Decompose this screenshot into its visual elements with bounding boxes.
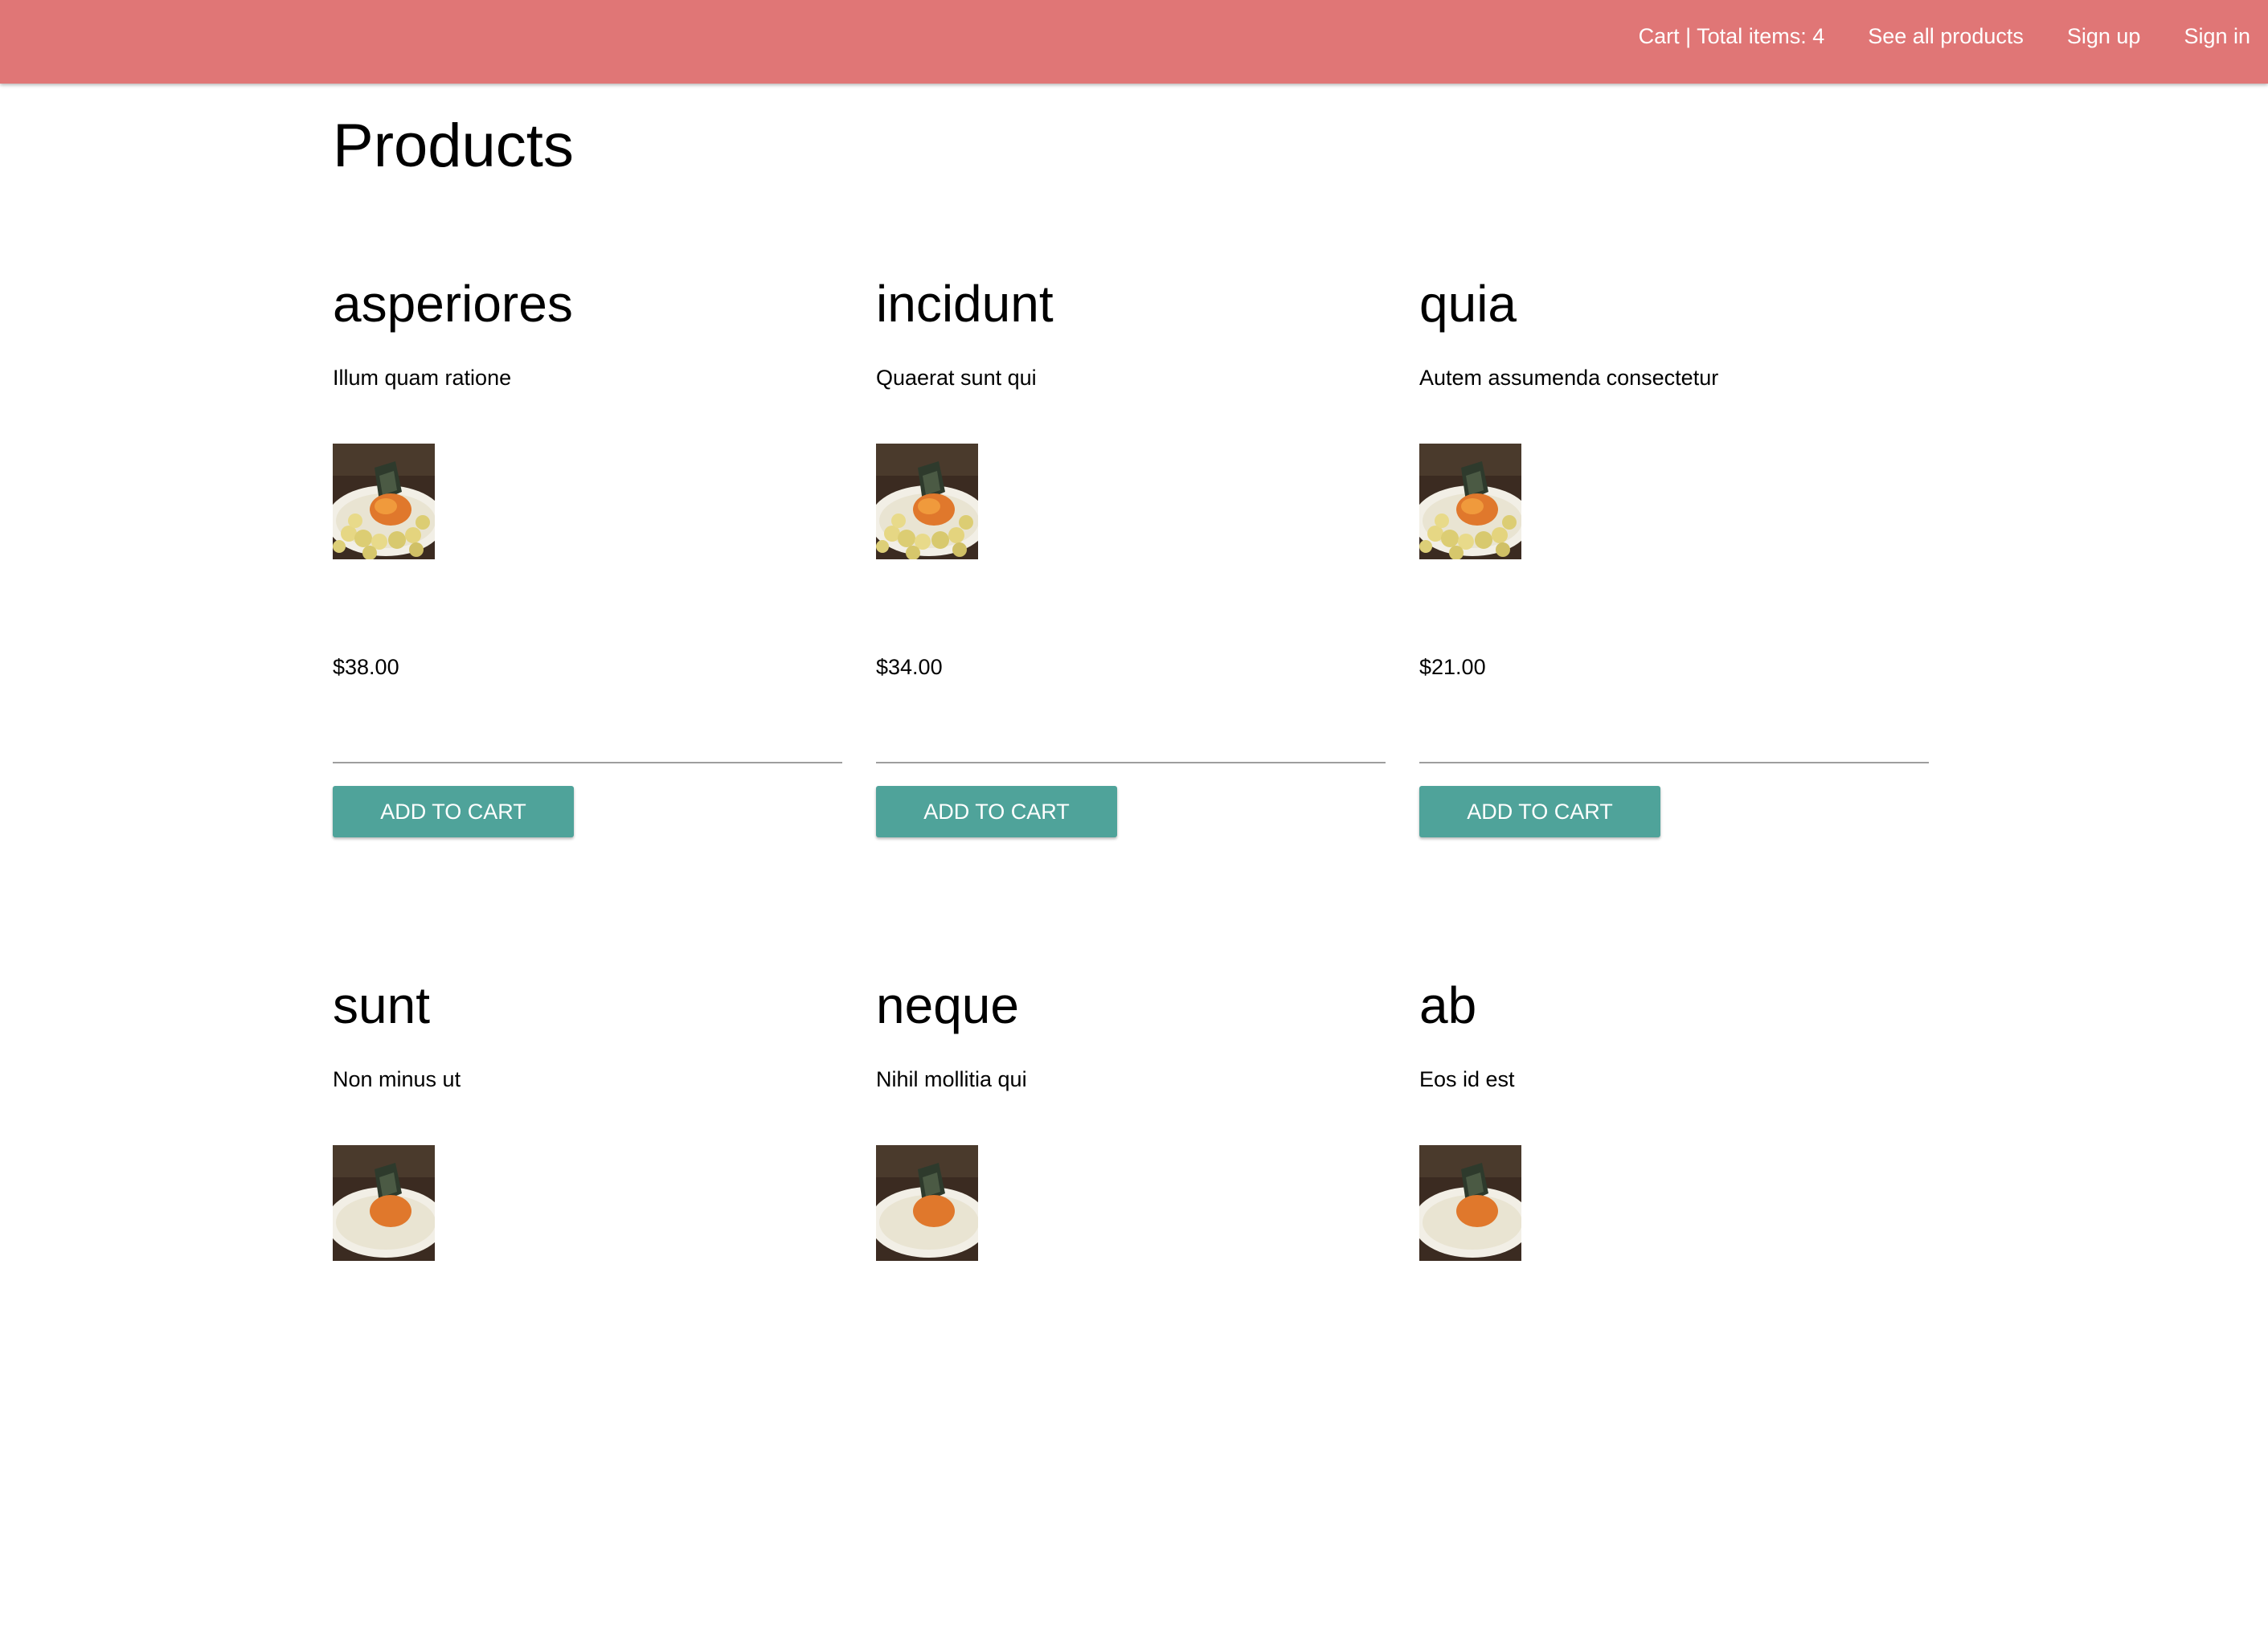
product-image: [1419, 1145, 1521, 1261]
product-description: Nihil mollitia qui: [876, 1067, 1027, 1091]
cart-link[interactable]: Cart | Total items: 4: [1639, 24, 1825, 49]
product-description: Non minus ut: [333, 1067, 461, 1091]
product-card: ab Eos id est: [1419, 946, 1929, 1645]
product-description: Eos id est: [1419, 1067, 1515, 1091]
see-all-products-link[interactable]: See all products: [1868, 24, 2024, 49]
product-image: [333, 444, 435, 559]
food-plate-image: [1419, 1145, 1521, 1261]
product-image: [876, 1145, 978, 1261]
product-card: neque Nihil mollitia qui: [876, 946, 1386, 1645]
product-price: $21.00: [1419, 655, 1486, 679]
product-name: quia: [1419, 275, 1517, 333]
food-plate-image: [333, 444, 435, 559]
add-to-cart-button[interactable]: Add to cart: [876, 786, 1117, 837]
product-price: $38.00: [333, 655, 399, 679]
product-name: sunt: [333, 976, 430, 1034]
product-name: incidunt: [876, 275, 1054, 333]
product-description: Quaerat sunt qui: [876, 366, 1037, 390]
quantity-input[interactable]: [1419, 730, 1929, 763]
product-description: Illum quam ratione: [333, 366, 512, 390]
product-card: quia Autem assumenda consectetur $21.00 …: [1419, 244, 1929, 943]
page-title: Products: [333, 112, 574, 180]
product-image: [1419, 444, 1521, 559]
food-plate-image: [333, 1145, 435, 1261]
add-to-cart-button[interactable]: Add to cart: [1419, 786, 1660, 837]
food-plate-image: [1419, 444, 1521, 559]
quantity-input[interactable]: [876, 730, 1386, 763]
top-navbar: Cart | Total items: 4 See all products S…: [0, 0, 2268, 84]
product-name: neque: [876, 976, 1019, 1034]
product-image: [876, 444, 978, 559]
product-description: Autem assumenda consectetur: [1419, 366, 1719, 390]
product-card: sunt Non minus ut: [333, 946, 842, 1645]
quantity-input[interactable]: [333, 730, 842, 763]
product-image: [333, 1145, 435, 1261]
product-price: $34.00: [876, 655, 943, 679]
add-to-cart-button[interactable]: Add to cart: [333, 786, 574, 837]
product-card: incidunt Quaerat sunt qui $34.00 ADD TO …: [876, 244, 1386, 943]
sign-up-link[interactable]: Sign up: [2067, 24, 2141, 49]
product-name: asperiores: [333, 275, 573, 333]
sign-in-link[interactable]: Sign in: [2184, 24, 2250, 49]
nav-links: Cart | Total items: 4 See all products S…: [1639, 0, 2250, 72]
product-name: ab: [1419, 976, 1477, 1034]
food-plate-image: [876, 444, 978, 559]
food-plate-image: [876, 1145, 978, 1261]
product-card: asperiores Illum quam ratione $38.00 ADD…: [333, 244, 842, 943]
